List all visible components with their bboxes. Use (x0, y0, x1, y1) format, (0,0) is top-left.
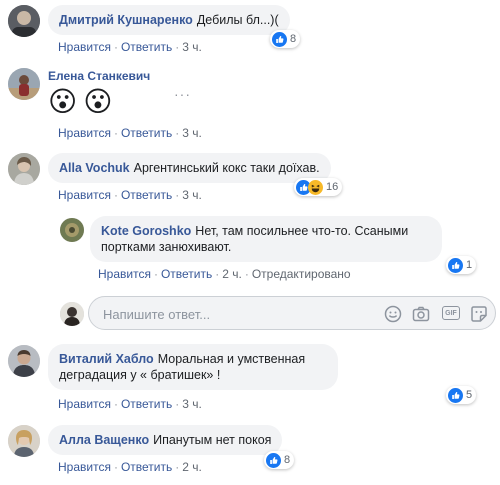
reply-link[interactable]: Ответить (121, 460, 172, 474)
reply-box: GIF (88, 296, 496, 330)
like-link[interactable]: Нравится (58, 126, 111, 140)
avatar[interactable] (8, 68, 40, 100)
surprised-emoji-icon: 😮 (48, 86, 78, 117)
avatar[interactable] (8, 153, 40, 185)
like-link[interactable]: Нравится (58, 188, 111, 202)
comment-actions: Нравится · Ответить · 2 ч. (58, 460, 202, 474)
reply-link[interactable]: Ответить (121, 188, 172, 202)
comment-time[interactable]: 2 ч. (182, 460, 202, 474)
comment-time[interactable]: 3 ч. (182, 188, 202, 202)
like-reaction-icon (448, 387, 463, 403)
comment-author[interactable]: Алла Ващенко (59, 433, 149, 447)
reaction-count: 8 (290, 33, 297, 45)
reaction-summary[interactable]: 8 (270, 30, 301, 48)
reaction-count: 1 (466, 259, 473, 271)
photo-button[interactable] (411, 304, 431, 324)
comment: Алла Ващенко Ипанутым нет покоя 8 Нравитс… (0, 420, 500, 482)
smiley-icon (384, 305, 402, 323)
emoji-button[interactable] (383, 304, 403, 324)
comment-bubble: Kote Goroshko Нет, там посильнее что-то. … (90, 216, 442, 262)
comment-time[interactable]: 3 ч. (182, 397, 202, 411)
avatar[interactable] (8, 425, 40, 457)
comment-text: Ипанутым нет покоя (153, 433, 272, 447)
comment-text: Аргентинський кокс таки доїхав. (133, 161, 320, 175)
reply-comment: Kote Goroshko Нет, там посильнее что-то. … (0, 212, 500, 287)
reaction-count: 5 (466, 389, 473, 401)
reaction-summary[interactable]: 8 (264, 451, 295, 469)
comment-time[interactable]: 3 ч. (182, 40, 202, 54)
comment-actions: Нравится · Ответить · 3 ч. (58, 188, 202, 202)
like-link[interactable]: Нравится (58, 40, 111, 54)
reaction-summary[interactable]: 16 (294, 178, 343, 196)
comment-author[interactable]: Kote Goroshko (101, 224, 191, 238)
comment: Виталий Хабло Моральная и умственная дегр… (0, 340, 500, 415)
like-link[interactable]: Нравится (58, 460, 111, 474)
comment-actions: Нравится · Ответить · 3 ч. (58, 40, 202, 54)
comment-time[interactable]: 3 ч. (182, 126, 202, 140)
avatar[interactable] (8, 345, 40, 377)
like-reaction-icon (272, 31, 287, 47)
comment-actions: Нравится · Ответить · 3 ч. (58, 126, 202, 140)
comment-author-line: Елена Станкевич (48, 69, 154, 83)
reply-input[interactable] (101, 304, 365, 324)
comment-actions: Нравится · Ответить · 3 ч. (58, 397, 202, 411)
comment: Alla Vochuk Аргентинський кокс таки доїха… (0, 148, 500, 210)
sticker-button[interactable] (469, 304, 489, 324)
comment: Дмитрий Кушнаренко Дебилы бл...)( 8 Нрави… (0, 0, 500, 60)
edited-label[interactable]: Отредактировано (252, 267, 351, 281)
avatar[interactable] (8, 5, 40, 37)
comment-actions: Нравится · Ответить · 2 ч. · Отредактировано (98, 267, 351, 281)
current-user-avatar (60, 302, 84, 326)
like-link[interactable]: Нравится (98, 267, 151, 281)
comment-author[interactable]: Виталий Хабло (59, 352, 154, 366)
comment: Елена Станкевич 😮 😮 ··· Нравится · Ответит… (0, 60, 500, 145)
comment-author[interactable]: Дмитрий Кушнаренко (59, 13, 193, 27)
more-options-icon[interactable]: ··· (174, 86, 191, 102)
reply-link[interactable]: Ответить (121, 397, 172, 411)
comment-bubble: Виталий Хабло Моральная и умственная дегр… (48, 344, 338, 390)
reaction-count: 16 (326, 181, 339, 193)
reaction-count: 8 (284, 454, 291, 466)
comment-bubble: Alla Vochuk Аргентинський кокс таки доїха… (48, 153, 331, 183)
comment-author[interactable]: Елена Станкевич (48, 69, 150, 83)
sticker-icon (471, 306, 487, 322)
like-reaction-icon (266, 452, 281, 468)
reply-link[interactable]: Ответить (121, 40, 172, 54)
reply-link[interactable]: Ответить (161, 267, 212, 281)
like-link[interactable]: Нравится (58, 397, 111, 411)
comment-bubble: Алла Ващенко Ипанутым нет покоя (48, 425, 283, 455)
surprised-emoji-icon: 😮 (83, 86, 113, 117)
like-reaction-icon (448, 257, 463, 273)
reaction-summary[interactable]: 1 (446, 256, 477, 274)
reply-link[interactable]: Ответить (121, 126, 172, 140)
avatar[interactable] (60, 218, 84, 242)
comment-author[interactable]: Alla Vochuk (59, 161, 130, 175)
comment-time[interactable]: 2 ч. (222, 267, 242, 281)
reaction-summary[interactable]: 5 (446, 386, 477, 404)
haha-reaction-icon (308, 179, 323, 195)
gif-button[interactable]: GIF (442, 306, 460, 320)
emoji-comment: 😮 😮 (48, 86, 112, 118)
comment-bubble: Дмитрий Кушнаренко Дебилы бл...)( (48, 5, 290, 35)
camera-icon (412, 306, 430, 322)
comment-text: Дебилы бл...)( (196, 13, 279, 27)
